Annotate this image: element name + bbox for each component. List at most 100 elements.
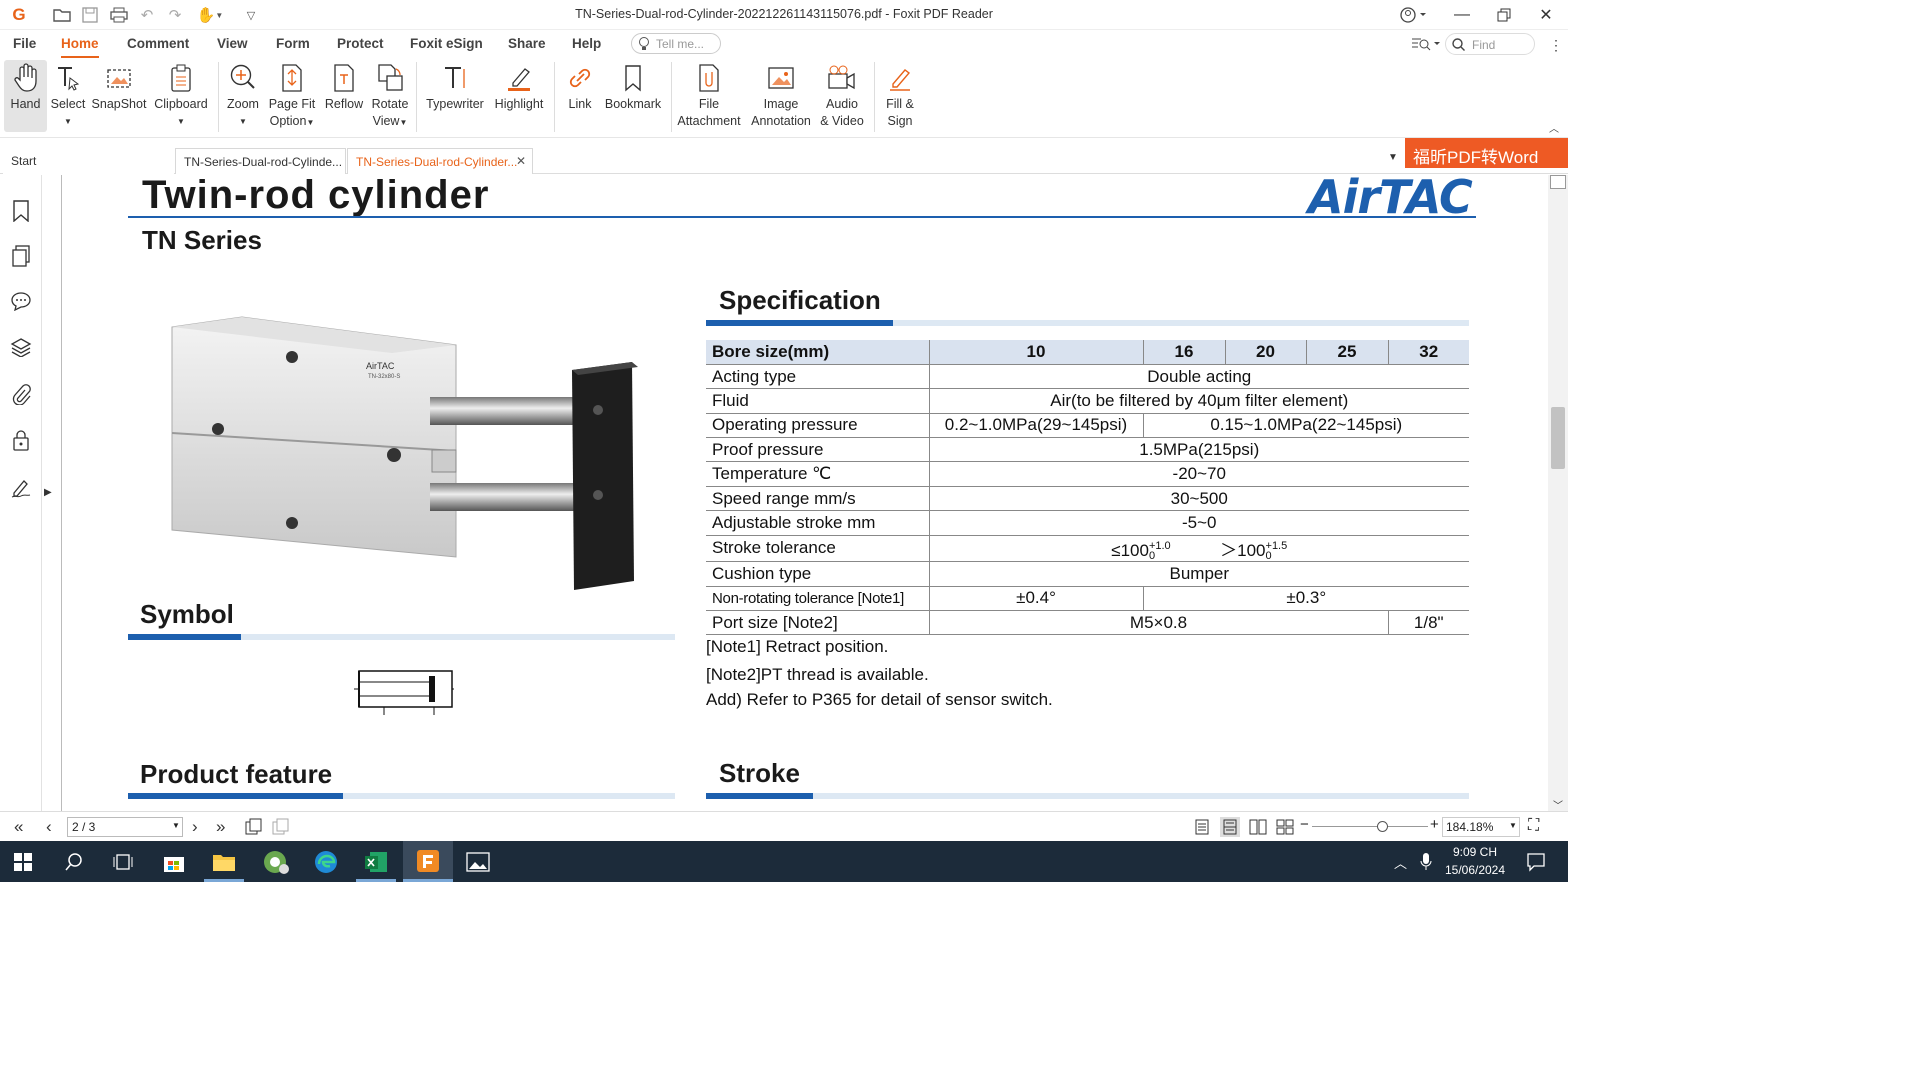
- scrollbar-thumb[interactable]: [1551, 407, 1565, 469]
- tab-start[interactable]: Start: [3, 148, 174, 174]
- restore-button[interactable]: [1484, 0, 1524, 30]
- tab-document-2[interactable]: TN-Series-Dual-rod-Cylinder... ✕: [347, 148, 533, 174]
- photos-app-icon[interactable]: [466, 851, 490, 878]
- windows-start-icon[interactable]: [14, 853, 32, 876]
- microsoft-store-icon[interactable]: [163, 851, 185, 878]
- rotate-view-button[interactable]: Rotate View▼: [369, 60, 411, 132]
- more-options-icon[interactable]: ⋮: [1549, 37, 1563, 54]
- open-folder-icon[interactable]: [51, 5, 73, 25]
- page-fit-dropdown-icon[interactable]: ▼: [306, 118, 314, 127]
- security-panel-icon[interactable]: [9, 428, 33, 452]
- signatures-panel-icon[interactable]: [9, 475, 33, 499]
- zoom-out-icon[interactable]: −: [1300, 816, 1309, 833]
- zoom-dropdown-icon[interactable]: ▼: [224, 113, 262, 130]
- clipboard-button[interactable]: Clipboard ▼: [152, 60, 210, 132]
- minimize-button[interactable]: —: [1442, 0, 1482, 30]
- tab-view[interactable]: View: [217, 36, 248, 51]
- select-dropdown-icon[interactable]: ▼: [48, 113, 88, 130]
- comments-panel-icon[interactable]: [9, 289, 33, 313]
- zoom-slider-knob[interactable]: [1377, 821, 1389, 832]
- clipboard-dropdown-icon[interactable]: ▼: [152, 113, 210, 130]
- close-tab-icon[interactable]: ✕: [516, 154, 526, 168]
- tell-me-input[interactable]: Tell me...: [631, 33, 721, 54]
- close-window-button[interactable]: ✕: [1526, 0, 1566, 30]
- customize-quick-access-icon[interactable]: ▽: [240, 5, 262, 25]
- hand-tool-button[interactable]: Hand: [4, 60, 47, 132]
- bookmarks-panel-icon[interactable]: [9, 199, 33, 223]
- tab-home[interactable]: Home: [61, 36, 99, 58]
- tab-list-dropdown-icon[interactable]: ▼: [1388, 152, 1398, 163]
- next-view-icon[interactable]: [272, 818, 290, 841]
- file-explorer-icon[interactable]: [212, 851, 236, 878]
- page-fit-option-button[interactable]: Page Fit Option▼: [267, 60, 317, 132]
- chrome-like-app-icon[interactable]: [262, 849, 290, 880]
- vertical-scrollbar[interactable]: ﹀: [1548, 175, 1568, 812]
- zoom-level-input[interactable]: 184.18% ▼: [1442, 817, 1520, 837]
- snapshot-button[interactable]: SnapShot: [91, 60, 147, 132]
- reflow-button[interactable]: Reflow: [322, 60, 366, 132]
- single-page-icon[interactable]: [1194, 819, 1210, 840]
- collapse-ribbon-icon[interactable]: ︿: [1549, 120, 1559, 135]
- save-icon[interactable]: [79, 5, 101, 25]
- tab-foxit-esign[interactable]: Foxit eSign: [410, 36, 483, 51]
- highlight-button[interactable]: Highlight: [490, 60, 548, 132]
- search-options-icon[interactable]: [1411, 36, 1441, 52]
- clock-time[interactable]: 9:09 CH: [1440, 845, 1510, 859]
- continuous-facing-icon[interactable]: [1276, 819, 1294, 840]
- facing-page-icon[interactable]: [1249, 819, 1267, 840]
- fullscreen-icon[interactable]: ⛶: [1528, 817, 1539, 835]
- edge-icon[interactable]: [314, 850, 338, 879]
- fill-sign-button[interactable]: Fill & Sign: [880, 60, 920, 132]
- task-view-icon[interactable]: [113, 853, 133, 876]
- clock-date[interactable]: 15/06/2024: [1440, 863, 1510, 877]
- split-view-icon[interactable]: [1550, 175, 1566, 189]
- account-icon[interactable]: [1395, 0, 1431, 30]
- bookmark-button[interactable]: Bookmark: [602, 60, 664, 132]
- typewriter-button[interactable]: Typewriter: [424, 60, 486, 132]
- tab-protect[interactable]: Protect: [337, 36, 384, 51]
- previous-view-icon[interactable]: [245, 818, 263, 841]
- pages-panel-icon[interactable]: [9, 244, 33, 268]
- find-input[interactable]: Find: [1445, 33, 1535, 55]
- undo-icon[interactable]: ↶: [136, 5, 158, 25]
- continuous-page-icon[interactable]: [1220, 817, 1240, 837]
- scroll-down-icon[interactable]: ﹀: [1553, 797, 1563, 812]
- tab-form[interactable]: Form: [276, 36, 310, 51]
- zoom-dropdown-icon[interactable]: ▼: [1509, 821, 1517, 830]
- audio-video-button[interactable]: Audio & Video: [818, 60, 866, 132]
- notifications-icon[interactable]: [1526, 852, 1546, 877]
- tab-help[interactable]: Help: [572, 36, 601, 51]
- foxit-taskbar-button[interactable]: [403, 841, 453, 882]
- hand-tool-dropdown-icon[interactable]: ✋ ▼: [196, 5, 224, 25]
- image-annotation-button[interactable]: Image Annotation: [747, 60, 815, 132]
- page-number-input[interactable]: 2 / 3 ▼: [67, 817, 183, 837]
- tab-file[interactable]: File: [13, 36, 36, 51]
- microphone-icon[interactable]: [1419, 852, 1433, 877]
- rotate-label: Rotate: [371, 97, 409, 111]
- tab-comment[interactable]: Comment: [127, 36, 189, 51]
- file-attachment-button[interactable]: File Attachment: [676, 60, 742, 132]
- previous-page-icon[interactable]: ‹: [46, 817, 52, 837]
- excel-icon[interactable]: [364, 850, 388, 879]
- zoom-slider[interactable]: [1312, 821, 1428, 832]
- show-hidden-icons[interactable]: ︿: [1394, 853, 1407, 872]
- promo-banner[interactable]: 福昕PDF转Word: [1405, 138, 1568, 168]
- zoom-in-icon[interactable]: +: [1430, 816, 1439, 833]
- link-button[interactable]: Link: [562, 60, 598, 132]
- last-page-icon[interactable]: »: [216, 817, 225, 837]
- attachments-panel-icon[interactable]: [9, 382, 33, 406]
- expand-panel-icon[interactable]: ▶: [44, 487, 52, 498]
- print-icon[interactable]: [108, 5, 130, 25]
- next-page-icon[interactable]: ›: [192, 817, 198, 837]
- redo-icon[interactable]: ↷: [164, 5, 186, 25]
- layers-panel-icon[interactable]: [9, 335, 33, 359]
- select-tool-button[interactable]: Select ▼: [48, 60, 88, 132]
- rotate-dropdown-icon[interactable]: ▼: [399, 118, 407, 127]
- tab-document-1[interactable]: TN-Series-Dual-rod-Cylinde...: [175, 148, 346, 174]
- page-dropdown-icon[interactable]: ▼: [172, 821, 180, 830]
- taskbar-search-icon[interactable]: [64, 852, 84, 877]
- tab-share[interactable]: Share: [508, 36, 546, 51]
- zoom-button[interactable]: Zoom ▼: [224, 60, 262, 132]
- document-page: Twin-rod cylinder TN Series AirTAC Speci…: [62, 175, 1548, 811]
- first-page-icon[interactable]: «: [14, 817, 23, 837]
